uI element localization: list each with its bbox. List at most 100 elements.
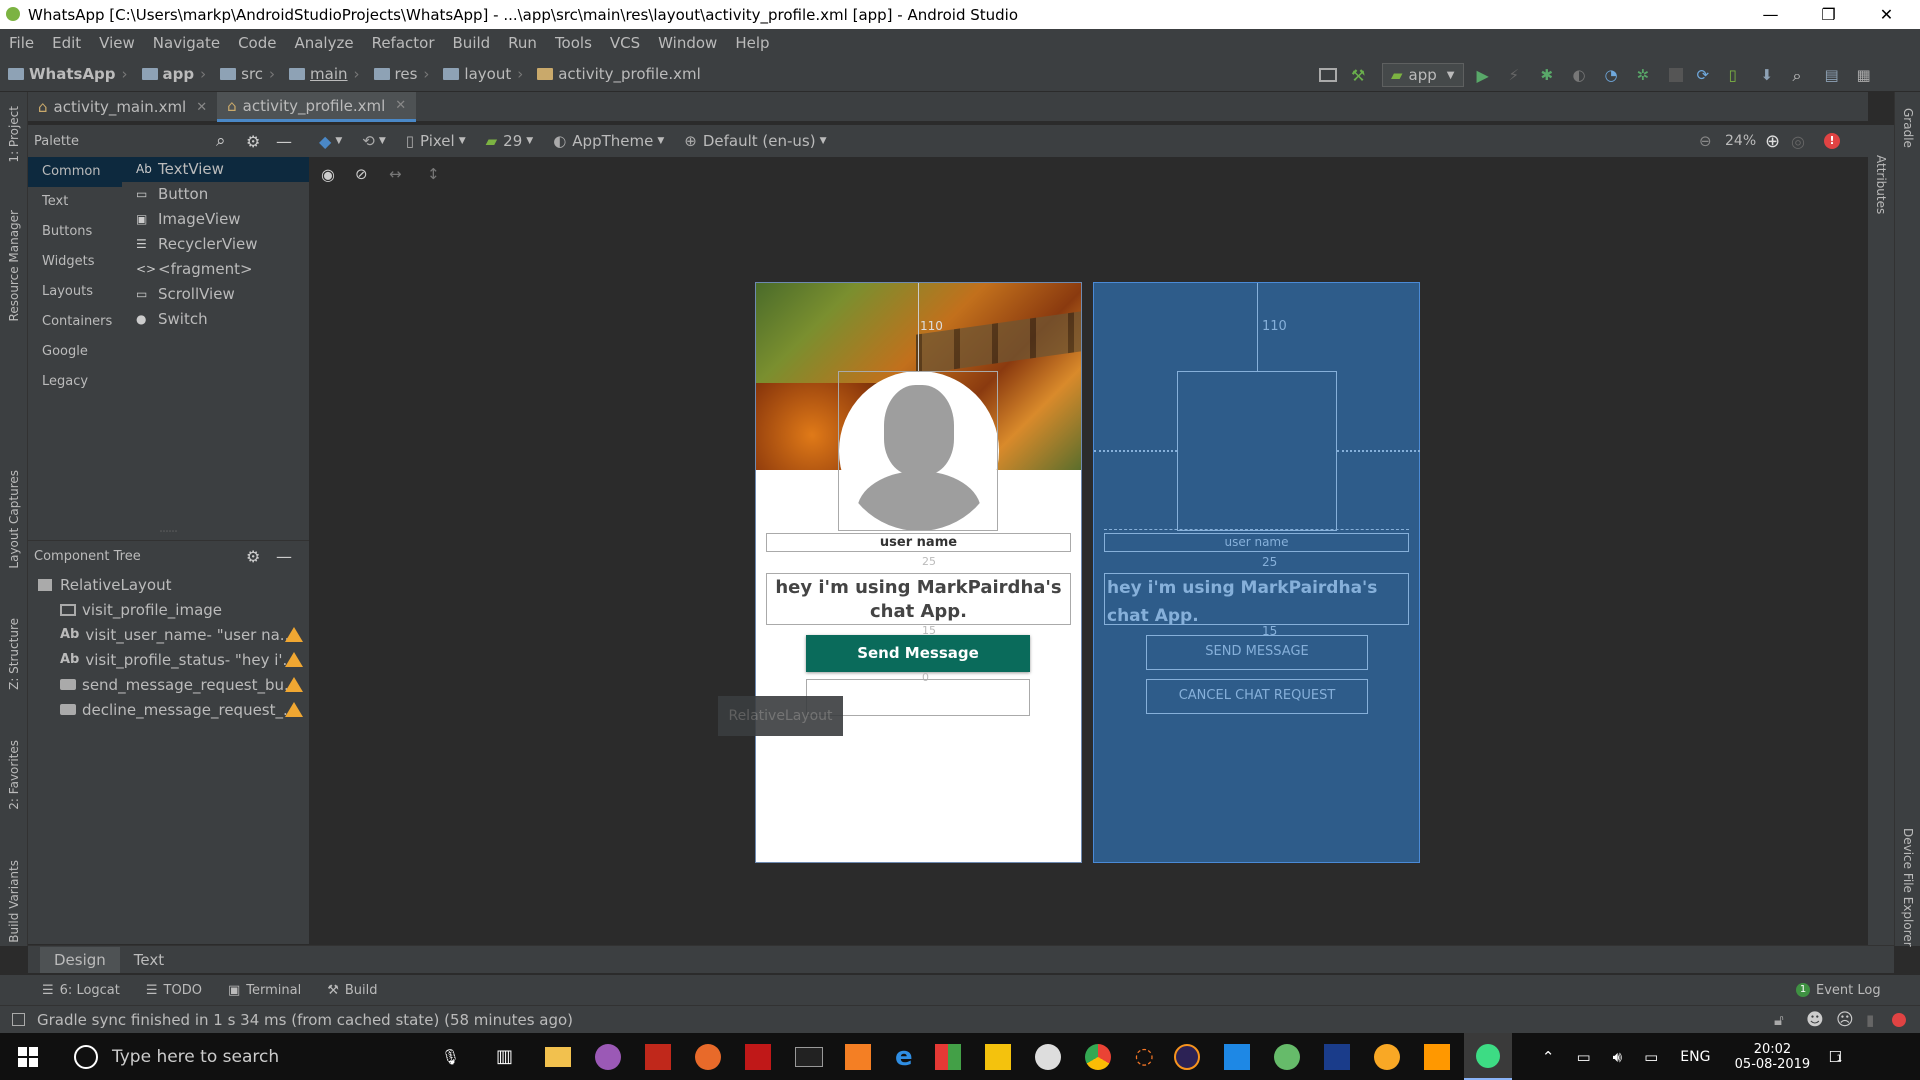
tool-logcat[interactable]: ☰ 6: Logcat [42,983,120,998]
cmd-icon[interactable] [795,1046,824,1067]
breadcrumb-app[interactable]: app › [134,65,206,83]
design-canvas[interactable]: ◉ ⊘ ↔ ↕ [309,157,1868,945]
app-icon[interactable] [1373,1043,1400,1070]
close-icon[interactable]: ✕ [395,98,406,113]
github-icon[interactable] [595,1043,622,1070]
palette-item-recyclerview[interactable]: ☰ RecyclerView [122,232,309,257]
jupyter-icon[interactable]: ◌ [1135,1044,1154,1069]
taskbar-search[interactable]: Type here to search 🎙︎ [74,1033,474,1080]
eye-icon[interactable]: ◉ [321,165,335,184]
palette-category-widgets[interactable]: Widgets [28,247,122,277]
tool-build-variants[interactable]: Build Variants [7,860,21,943]
assistant-icon[interactable]: ▦ [1857,66,1875,84]
tool-todo[interactable]: ☰ TODO [146,983,202,998]
palette-category-layouts[interactable]: Layouts [28,277,122,307]
app-icon[interactable] [1034,1043,1061,1070]
edge-icon[interactable]: e [895,1042,913,1072]
search-icon[interactable]: ⌕ [216,131,226,151]
api-level-select[interactable]: ▰ 29 ▼ [486,132,534,150]
zoom-fit-icon[interactable]: ◎ [1791,132,1805,151]
design-preview[interactable]: 110 user name 25 hey i'm using MarkPaird… [755,282,1082,863]
tool-project[interactable]: 1: Project [7,106,21,163]
language-indicator[interactable]: ENG [1680,1049,1710,1065]
atom-icon[interactable] [1273,1043,1300,1070]
bp-profile-status[interactable]: hey i'm using MarkPairdha's chat App. [1104,573,1409,626]
breadcrumb-main[interactable]: main › [281,65,360,83]
hector-icon[interactable]: ☻ [1806,1010,1824,1030]
task-view-icon[interactable]: ▥ [496,1046,513,1067]
zoom-out-icon[interactable]: ⊖ [1699,132,1712,150]
menu-vcs[interactable]: VCS [601,34,649,52]
tree-node[interactable]: Ab visit_user_name- "user na... [28,622,309,647]
sublime-text-icon[interactable] [1423,1043,1450,1070]
menu-window[interactable]: Window [649,34,726,52]
acrobat-icon[interactable] [645,1043,672,1070]
tool-build[interactable]: ⚒ Build [327,983,377,998]
visit-profile-status[interactable]: hey i'm using MarkPairdha's chat App. [766,573,1071,625]
sdk-manager-icon[interactable]: ⬇ [1761,66,1779,84]
android-studio-taskbar-icon[interactable] [1463,1033,1512,1080]
search-icon[interactable]: ⌕ [1793,66,1811,85]
minimize-icon[interactable]: — [276,132,292,151]
network-icon[interactable]: ▭ [1644,1048,1658,1066]
store-icon[interactable] [934,1043,961,1070]
menu-code[interactable]: Code [229,34,285,52]
event-log[interactable]: 1 Event Log [1796,983,1881,998]
tab-activity-profile[interactable]: ⌂ activity_profile.xml ✕ [217,92,417,122]
menu-file[interactable]: File [0,34,43,52]
windows-start-icon[interactable] [18,1046,38,1067]
warning-icon[interactable] [285,677,303,692]
avd-manager-icon[interactable]: ▯ [1729,66,1747,84]
palette-category-google[interactable]: Google [28,337,122,367]
debug-icon[interactable]: ✱ [1541,66,1559,84]
gear-icon[interactable]: ⚙ [246,547,260,566]
device-select[interactable]: ▯ Pixel ▼ [406,132,466,150]
tool-gradle[interactable]: Gradle [1901,108,1915,148]
menu-build[interactable]: Build [444,34,500,52]
profile-icon[interactable]: ◔ [1605,66,1623,84]
menu-analyze[interactable]: Analyze [285,34,362,52]
clock[interactable]: 20:02 05-08-2019 [1732,1042,1812,1072]
visit-user-name[interactable]: user name [766,533,1071,552]
mcafee-icon[interactable] [745,1043,772,1070]
palette-category-common[interactable]: Common [28,157,122,187]
design-surface-toggle[interactable]: ◆ ▼ [319,132,342,151]
volume-icon[interactable]: 🔊︎ [1613,1048,1622,1066]
tree-node[interactable]: decline_message_request_... [28,697,309,722]
menu-tools[interactable]: Tools [546,34,601,52]
blueprint-preview[interactable]: 110 user name 25 hey i'm using MarkPaird… [1093,282,1420,863]
menu-edit[interactable]: Edit [43,34,90,52]
palette-splitter[interactable]: ⋯⋯ [28,527,309,540]
battery-icon[interactable]: ▭ [1576,1048,1590,1066]
magnet-off-icon[interactable]: ⊘ [355,165,368,183]
palette-item-button[interactable]: ▭ Button [122,182,309,207]
palette-category-text[interactable]: Text [28,187,122,217]
chevron-up-icon[interactable]: ⌃ [1542,1048,1555,1066]
palette-item-switch[interactable]: ● Switch [122,307,309,332]
warning-icon[interactable] [285,702,303,717]
menu-help[interactable]: Help [726,34,778,52]
error-icon[interactable]: ! [1824,133,1840,149]
tab-text[interactable]: Text [120,947,178,973]
palette-item-fragment[interactable]: <> <fragment> [122,257,309,282]
file-explorer-icon[interactable] [545,1046,572,1067]
notifications-icon[interactable]: ☐ 1 [1828,1048,1842,1066]
apply-changes-icon[interactable]: ⚡ [1509,66,1527,84]
tree-node-root[interactable]: RelativeLayout [28,572,309,597]
menu-view[interactable]: View [90,34,144,52]
close-button[interactable]: ✕ [1858,0,1915,29]
bp-cancel-chat-button[interactable]: CANCEL CHAT REQUEST [1146,679,1368,714]
run-icon[interactable]: ▶ [1477,66,1495,85]
lock-icon[interactable]: 🔓︎ [1774,1011,1784,1029]
microphone-icon[interactable]: 🎙︎ [441,1048,460,1066]
device-manager-icon[interactable] [1319,68,1337,82]
sync-gradle-icon[interactable]: ⟳ [1697,66,1715,84]
tool-favorites[interactable]: 2: Favorites [7,740,21,810]
tool-attributes[interactable]: Attributes [1874,155,1888,214]
palette-item-imageview[interactable]: ▣ ImageView [122,207,309,232]
orientation-toggle[interactable]: ⟲ ▼ [362,132,386,150]
sublime-merge-icon[interactable] [695,1043,722,1070]
warning-icon[interactable] [285,627,303,642]
tree-node[interactable]: Ab visit_profile_status- "hey i'... [28,647,309,672]
tool-terminal[interactable]: ▣ Terminal [228,983,301,998]
